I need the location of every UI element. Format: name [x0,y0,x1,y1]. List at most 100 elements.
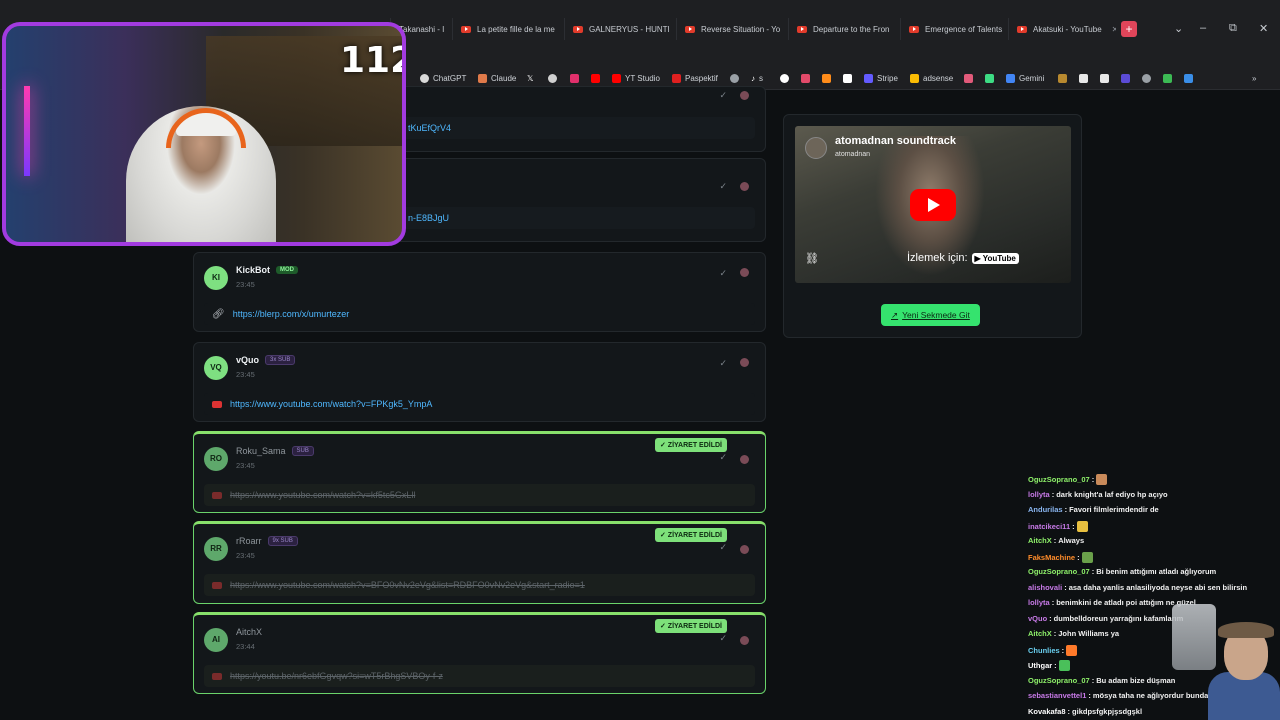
bookmark-label: YT Studio [625,74,660,83]
username: rRoarr 9x SUB [236,536,298,546]
copy-link-icon[interactable]: ⛓︎ [805,252,819,265]
chat-username[interactable]: inatcikeci11 [1028,522,1070,531]
close-icon[interactable]: ✕ [1112,25,1116,34]
video-title[interactable]: atomadnan soundtrack [835,135,956,147]
bookmark-tiktok[interactable]: ♪ s [751,74,763,83]
chat-username[interactable]: Andurilas [1028,505,1063,514]
link-row[interactable]: https://www.youtube.com/watch?v=FPKgk5_Y… [204,393,755,415]
maximize-icon[interactable]: ⧉ [1229,22,1237,35]
bookmark-item[interactable] [843,74,852,83]
bookmark-chatgpt[interactable]: ChatGPT [420,74,466,83]
link-url[interactable]: https://blerp.com/x/umurtezer [233,309,350,319]
bookmark-paspektif[interactable]: Paspektif [672,74,718,83]
play-button[interactable] [910,189,956,221]
ban-icon[interactable] [740,455,749,464]
ban-icon[interactable] [740,636,749,645]
check-icon[interactable]: ✓ [719,181,727,192]
chat-username[interactable]: OguzSoprano_07 [1028,567,1090,576]
tab[interactable]: La petite fille de la me [452,18,560,40]
timestamp: 23:45 [236,370,255,379]
check-icon[interactable]: ✓ [719,358,727,369]
tab[interactable]: GALNERYUS - HUNTI [564,18,672,40]
chat-message: alishovali : asa daha yanlis anlasiliyod… [1028,583,1247,592]
link-url[interactable]: https://www.youtube.com/watch?v=BFO0vNv2… [230,580,585,590]
tab[interactable]: Departure to the Fron [788,18,896,40]
check-icon[interactable]: ✓ [719,542,727,553]
bookmarks-overflow-icon[interactable]: » [1252,74,1256,83]
chat-username[interactable]: sebastianvettel1 [1028,691,1086,700]
bookmark-threads[interactable] [548,74,557,83]
app-icon [964,74,973,83]
bookmark-item[interactable] [1100,74,1109,83]
youtube-icon [672,74,681,83]
check-icon[interactable]: ✓ [719,268,727,279]
chat-username[interactable]: Chunlies [1028,646,1060,655]
close-window-icon[interactable]: ✕ [1259,22,1268,35]
check-icon[interactable]: ✓ [719,90,727,101]
tab[interactable]: Emergence of Talents [900,18,1002,40]
youtube-icon [212,400,222,408]
bookmark-item[interactable] [1058,74,1067,83]
check-icon[interactable]: ✓ [719,633,727,644]
link-row[interactable]: 🔗︎ https://blerp.com/x/umurtezer [204,303,755,325]
tab-search-icon[interactable]: ⌄ [1174,22,1183,35]
check-icon[interactable]: ✓ [719,452,727,463]
chat-username[interactable]: AitchX [1028,536,1052,545]
username-text: vQuo [236,355,260,365]
chat-username[interactable]: vQuo [1028,614,1047,623]
minimize-icon[interactable]: – [1200,22,1206,34]
new-tab-button[interactable]: + [1121,21,1137,37]
ban-icon[interactable] [740,268,749,277]
bookmark-label: adsense [923,74,954,83]
channel-avatar[interactable] [805,137,827,159]
bookmark-x[interactable]: 𝕏 [527,74,533,83]
chat-username[interactable]: OguzSoprano_07 [1028,676,1090,685]
ban-icon[interactable] [740,182,749,191]
chat-username[interactable]: lollyta [1028,598,1050,607]
video-channel[interactable]: atomadnan [835,151,870,158]
ban-icon[interactable] [740,358,749,367]
bookmark-item[interactable] [801,74,810,83]
chat-username[interactable]: alishovali [1028,583,1062,592]
bookmark-item[interactable] [1163,74,1172,83]
chat-username[interactable]: FaksMachine [1028,553,1075,562]
chat-username[interactable]: AitchX [1028,629,1052,638]
bookmark-globe[interactable] [730,74,739,83]
chat-text: Always [1058,536,1085,545]
ban-icon[interactable] [740,545,749,554]
chat-username[interactable]: lollyta [1028,490,1050,499]
link-row[interactable]: https://www.youtube.com/watch?v=BFO0vNv2… [204,574,755,596]
bookmark-item[interactable] [1142,74,1151,83]
link-row[interactable]: https://www.youtube.com/watch?v=kf5tc5Gx… [204,484,755,506]
bookmark-claude[interactable]: Claude [478,74,516,83]
bookmark-item[interactable] [822,74,831,83]
chat-username[interactable]: Kovakafa8 [1028,707,1066,716]
youtube-embed[interactable]: atomadnan soundtrack atomadnan ⛓︎ İzleme… [795,126,1071,283]
chat-username[interactable]: Uthgar [1028,661,1052,670]
tab-active[interactable]: Akatsuki - YouTube ✕ [1008,18,1116,40]
tab[interactable]: Reverse Situation - Yo [676,18,784,40]
bookmark-item[interactable] [1121,74,1130,83]
bookmark-instagram[interactable] [570,74,579,83]
bookmark-stripe[interactable]: Stripe [864,74,898,83]
bookmark-item[interactable] [1184,74,1193,83]
bookmark-item[interactable] [1079,74,1088,83]
chat-username[interactable]: OguzSoprano_07 [1028,475,1090,484]
link-url[interactable]: https://www.youtube.com/watch?v=FPKgk5_Y… [230,399,432,409]
youtube-icon [797,25,807,33]
link-url[interactable]: https://www.youtube.com/watch?v=kf5tc5Gx… [230,490,415,500]
link-row[interactable]: https://youtu.be/nr6ebfGgvqw?si=wT5rBhgS… [204,665,755,687]
chat-separator: : [1064,582,1067,592]
bookmark-item[interactable] [985,74,994,83]
open-in-new-tab-button[interactable]: ↗ Yeni Sekmede Git [881,304,980,326]
bookmark-gemini[interactable]: Gemini [1006,74,1044,83]
bookmark-youtube[interactable] [591,74,600,83]
bookmark-item[interactable] [780,74,789,83]
bookmark-item[interactable] [964,74,973,83]
watch-on-youtube[interactable]: İzlemek için: ▶ YouTube [907,252,1019,264]
bookmark-adsense[interactable]: adsense [910,74,953,83]
link-url[interactable]: https://youtu.be/nr6ebfGgvqw?si=wT5rBhgS… [230,671,443,681]
visited-badge: ✓ ZİYARET EDİLDİ [654,619,727,633]
bookmark-yt-studio[interactable]: YT Studio [612,74,660,83]
ban-icon[interactable] [740,91,749,100]
